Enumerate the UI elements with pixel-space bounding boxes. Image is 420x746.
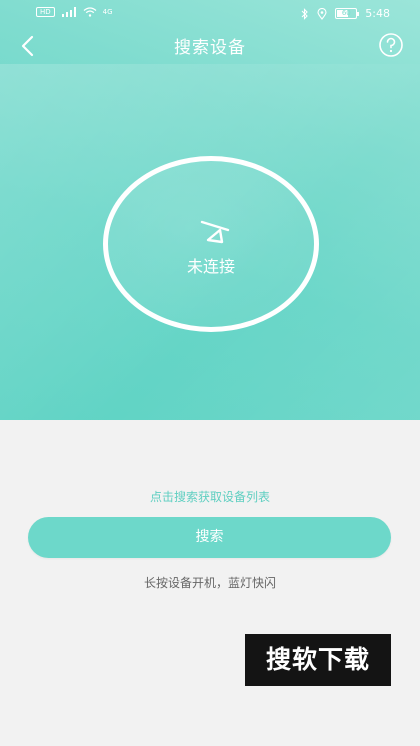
disconnected-icon [200,220,230,244]
help-button[interactable] [378,32,404,58]
bluetooth-icon [301,7,309,20]
search-hint: 点击搜索获取设备列表 [149,490,270,504]
wifi-icon [83,7,97,17]
connection-status-circle[interactable]: 未连接 [103,156,319,332]
cell-signal-icon [61,7,76,17]
hd-badge: HD [36,7,55,17]
navigation-bar: 搜索设备 [0,28,420,64]
network-type: 4G [102,8,113,16]
battery-icon: 60 [335,8,360,19]
pairing-tip: 长按设备开机，蓝灯快闪 [143,576,276,590]
status-left: HD 4G [36,7,113,17]
watermark: 搜软下载 [245,634,391,686]
location-icon [317,7,327,20]
status-right: 60 5:48 [301,7,390,20]
status-bar: HD 4G 60 5:48 [0,0,420,28]
search-button[interactable]: 搜索 [28,517,391,558]
page-title: 搜索设备 [174,38,246,58]
connection-status-label: 未连接 [186,257,235,276]
battery-level: 60 [341,9,351,17]
clock: 5:48 [365,7,390,20]
question-circle-icon [379,33,403,57]
